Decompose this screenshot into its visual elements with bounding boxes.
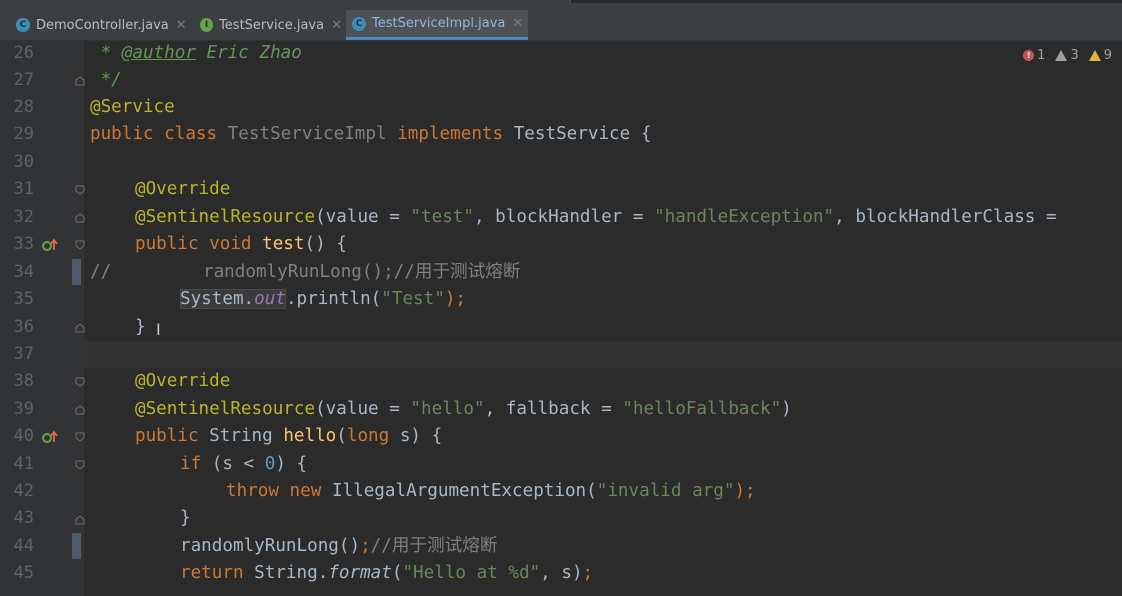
- tab-label: TestServiceImpl.java: [372, 16, 506, 31]
- code-line-27: */: [90, 70, 122, 90]
- line-number: 26: [13, 43, 34, 63]
- code-line-26: * @author Eric Zhao: [90, 43, 302, 63]
- line-number: 34: [13, 262, 34, 282]
- code-line-43: }: [180, 508, 191, 528]
- code-line-45: return String.format("Hello at %d", s);: [180, 563, 594, 583]
- line-number: 44: [13, 536, 34, 556]
- weak-warnings-indicator[interactable]: 3: [1055, 48, 1079, 63]
- code-line-34: //: [90, 262, 112, 282]
- error-icon: !: [1023, 50, 1035, 61]
- editor-gutter[interactable]: 26 27 28 29 30 31 32 33 34 35 36 37 38 3…: [0, 41, 85, 596]
- code-line-41: if (s < 0) {: [180, 454, 308, 474]
- current-line-highlight: [84, 341, 1122, 368]
- tab-democontroller[interactable]: C DemoController.java ✕: [10, 10, 188, 40]
- line-number: 30: [13, 152, 34, 172]
- code-line-31: @Override: [135, 179, 231, 199]
- line-number: 39: [13, 399, 34, 419]
- weak-warning-icon: [1055, 50, 1068, 61]
- tab-label: DemoController.java: [36, 17, 169, 33]
- code-line-39: @SentinelResource(value = "hello", fallb…: [135, 399, 792, 419]
- tab-label: TestService.java: [219, 17, 325, 33]
- code-line-42: throw new IllegalArgumentException("inva…: [226, 481, 756, 501]
- line-number: 37: [13, 344, 34, 364]
- line-number: 29: [13, 124, 34, 144]
- text-cursor-icon: I: [156, 320, 161, 339]
- line-number: 27: [13, 70, 34, 90]
- code-line-40: public String hello(long s) {: [135, 426, 443, 446]
- close-icon[interactable]: ✕: [176, 18, 187, 33]
- code-line-28: @Service: [90, 97, 175, 117]
- implements-method-icon[interactable]: [42, 237, 60, 251]
- line-number: 40: [13, 426, 34, 446]
- tab-bar-top-border: [570, 0, 1122, 3]
- line-number: 42: [13, 481, 34, 501]
- code-line-32: @SentinelResource(value = "test", blockH…: [135, 207, 1068, 227]
- code-line-35: System.out.println("Test");: [180, 289, 467, 309]
- close-icon[interactable]: ✕: [331, 18, 342, 33]
- vcs-change-marker[interactable]: [72, 533, 81, 559]
- tab-testserviceimpl[interactable]: C TestServiceImpl.java ✕: [346, 10, 528, 40]
- code-line-33: public void test() {: [135, 234, 347, 254]
- interface-icon: I: [200, 18, 214, 32]
- code-line-44: randomlyRunLong();//用于测试熔断: [180, 536, 498, 556]
- code-line-36: }: [135, 317, 146, 337]
- class-icon: C: [352, 16, 366, 31]
- warnings-indicator[interactable]: 9: [1088, 48, 1112, 63]
- vcs-change-marker[interactable]: [72, 259, 81, 285]
- inspection-widget[interactable]: ! 1 3 9: [1023, 48, 1112, 63]
- line-number: 43: [13, 508, 34, 528]
- line-number: 38: [13, 371, 34, 391]
- class-icon: C: [16, 18, 30, 32]
- errors-indicator[interactable]: ! 1: [1023, 48, 1045, 63]
- line-number: 35: [13, 289, 34, 309]
- tab-testservice[interactable]: I TestService.java ✕: [194, 10, 342, 40]
- code-line-34-body: randomlyRunLong();//用于测试熔断: [203, 262, 521, 282]
- line-number: 33: [13, 234, 34, 254]
- warning-icon: [1088, 50, 1101, 61]
- editor-tab-bar: C DemoController.java ✕ I TestService.ja…: [0, 0, 1122, 41]
- code-line-38: @Override: [135, 371, 231, 391]
- line-number: 41: [13, 454, 34, 474]
- implements-method-icon[interactable]: [42, 429, 60, 443]
- line-number: 36: [13, 317, 34, 337]
- line-number: 28: [13, 97, 34, 117]
- close-icon[interactable]: ✕: [512, 16, 523, 31]
- line-number: 31: [13, 179, 34, 199]
- line-number: 32: [13, 207, 34, 227]
- code-line-29: public class TestServiceImpl implements …: [90, 124, 652, 144]
- code-editor[interactable]: * @author Eric Zhao */ @Service public c…: [84, 41, 1122, 596]
- line-number: 45: [13, 563, 34, 583]
